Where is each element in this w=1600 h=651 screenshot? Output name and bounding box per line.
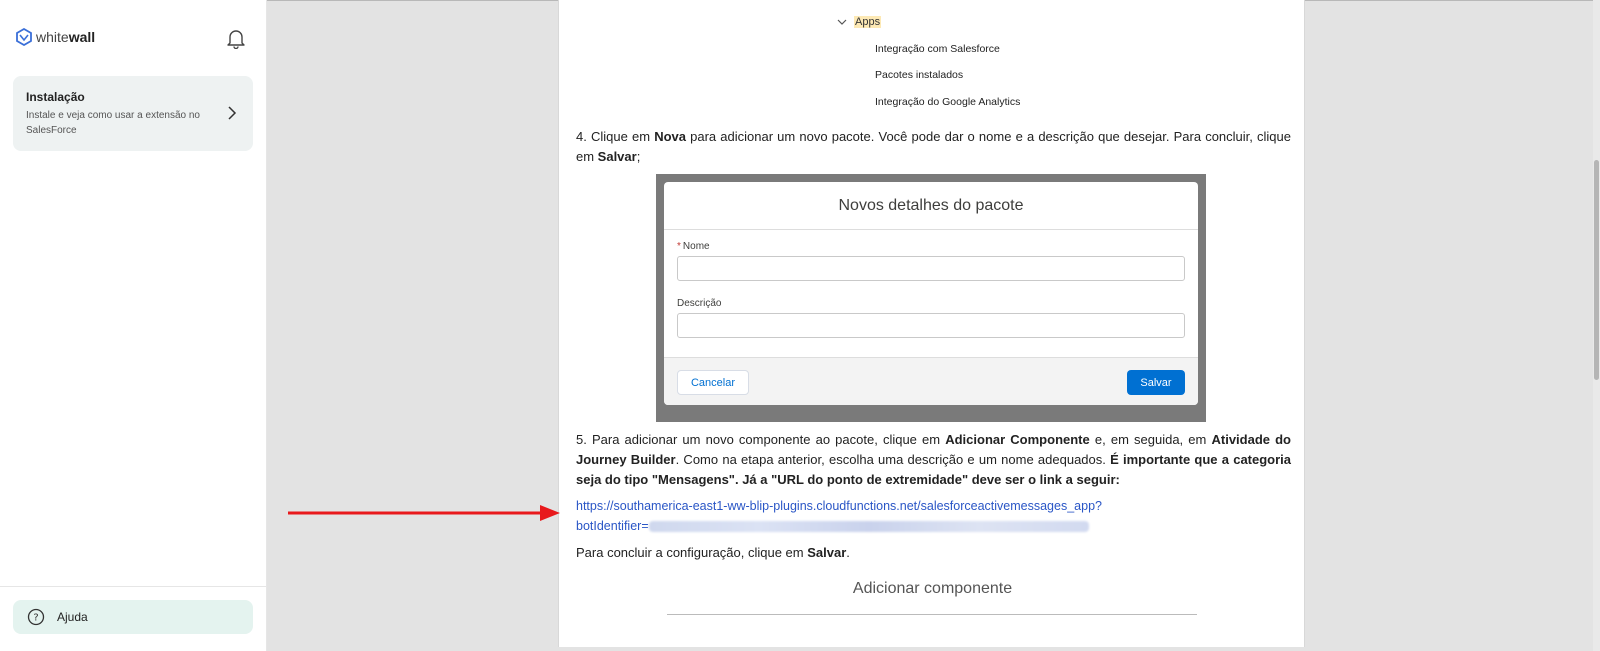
nav-item-title: Instalação [26, 90, 85, 104]
name-field-label: * Nome [677, 241, 710, 252]
tree-item: Integração do Google Analytics [875, 96, 1021, 108]
text: ; [636, 149, 641, 164]
modal-footer: Cancelar Salvar [664, 357, 1198, 405]
description-input [677, 313, 1185, 338]
red-arrow-icon [288, 505, 560, 521]
link-line-1: https://southamerica-east1-ww-blip-plugi… [576, 499, 1102, 513]
brand-name-light: white [36, 29, 69, 45]
help-label: Ajuda [57, 610, 88, 624]
package-details-modal: Novos detalhes do pacote * Nome Descrição… [664, 182, 1198, 405]
link-prefix: botIdentifier= [576, 519, 649, 533]
sidebar: whitewall Instalação Instale e veja como… [0, 0, 267, 651]
nav-item-instalacao[interactable]: Instalação Instale e veja como usar a ex… [13, 76, 253, 151]
endpoint-url-link[interactable]: https://southamerica-east1-ww-blip-plugi… [576, 496, 1291, 536]
description-field-label: Descrição [677, 298, 722, 309]
bold-text: Adicionar Componente [945, 432, 1090, 447]
bold-text: Salvar [807, 545, 847, 560]
step-5-paragraph: 5. Para adicionar um novo componente ao … [576, 430, 1291, 490]
text: 4. Clique em [576, 129, 655, 144]
tree-item: Pacotes instalados [875, 69, 964, 81]
text: e, em seguida, em [1089, 432, 1212, 447]
document-page: Apps Integração com Salesforce Pacotes i… [558, 0, 1305, 647]
nav-item-description: Instale e veja como usar a extensão no S… [26, 110, 200, 136]
bold-text: Salvar [597, 149, 637, 164]
adicionar-componente-heading: Adicionar componente [852, 580, 1013, 597]
sidebar-divider [0, 586, 266, 587]
link-line-2: botIdentifier= [576, 516, 1291, 536]
redacted-bot-identifier [648, 521, 1089, 533]
tree-item: Integração com Salesforce [875, 43, 1000, 55]
whitewall-logo-icon [16, 28, 32, 46]
tree-item-apps: Apps [854, 16, 882, 28]
brand-logo: whitewall [16, 28, 95, 46]
save-button: Salvar [1127, 370, 1185, 395]
text: 5. Para adicionar um novo componente ao … [576, 432, 946, 447]
cancel-button: Cancelar [677, 370, 749, 395]
chevron-down-icon[interactable] [837, 17, 847, 27]
help-button[interactable]: ? Ajuda [13, 600, 253, 634]
required-mark: * [677, 241, 681, 252]
scrollbar-thumb[interactable] [1594, 160, 1599, 380]
help-question-icon: ? [27, 608, 45, 626]
modal-screenshot: Novos detalhes do pacote * Nome Descrição… [656, 174, 1206, 422]
heading-divider [667, 614, 1197, 615]
label-text: Nome [682, 241, 710, 252]
text: . [846, 545, 850, 560]
name-input [677, 256, 1185, 281]
text: . Como na etapa anterior, escolha uma de… [675, 452, 1111, 467]
modal-title: Novos detalhes do pacote [664, 182, 1198, 230]
bold-text: Nova [654, 129, 686, 144]
notification-bell-icon[interactable] [225, 27, 247, 49]
text: Para concluir a configuração, clique em [576, 545, 808, 560]
brand-name-bold: wall [68, 29, 96, 45]
step-4-paragraph: 4. Clique em Nova para adicionar um novo… [576, 127, 1291, 167]
conclude-paragraph: Para concluir a configuração, clique em … [576, 543, 1291, 563]
svg-text:?: ? [33, 613, 38, 624]
chevron-right-icon [228, 106, 237, 120]
